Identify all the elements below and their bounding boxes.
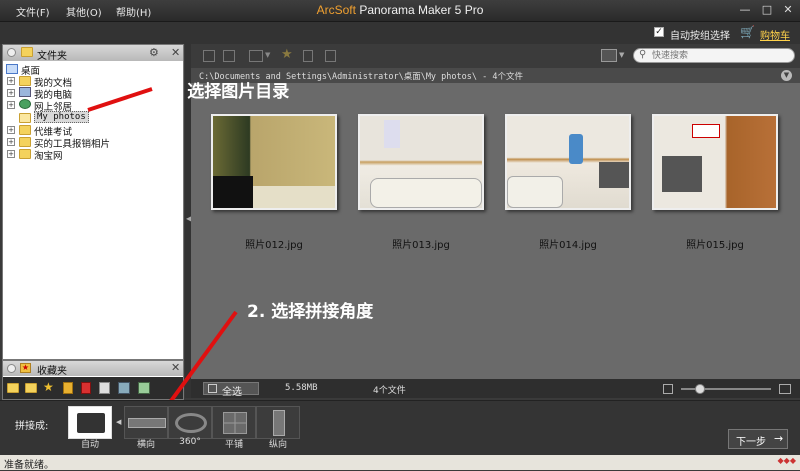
annotation-arrow-1 — [87, 87, 153, 112]
mode-auto-label: 自动 — [80, 440, 99, 450]
next-button[interactable]: 下一步 → — [728, 429, 788, 449]
annotation-step-1: 1. 选择图片目录 — [163, 82, 290, 102]
select-all-icon — [208, 384, 217, 393]
vertical-mode-icon — [273, 410, 285, 436]
browser-status-strip: 全选 5.58MB 4个文件 — [191, 379, 800, 398]
360-mode-icon — [175, 413, 207, 433]
watermark-logo: ◆◆◆ — [777, 456, 796, 465]
mode-tile-button[interactable] — [212, 406, 256, 439]
zoom-slider-thumb[interactable] — [695, 384, 705, 394]
tile-mode-icon — [223, 412, 247, 434]
arrow-right-icon: → — [774, 432, 784, 445]
grid-view-icon[interactable] — [663, 384, 673, 394]
ready-text: 准备就绪。 — [4, 460, 54, 471]
stitch-mode-bar: 拼接成: 下一步 → — [0, 400, 800, 455]
select-all-button[interactable]: 全选 — [203, 382, 259, 398]
mode-left-arrow-icon[interactable]: ◀ — [116, 418, 121, 426]
stitch-label: 拼接成: — [15, 421, 49, 432]
mode-360-button[interactable] — [168, 406, 212, 439]
next-label: 下一步 — [736, 437, 766, 448]
mode-horizontal-button[interactable] — [124, 406, 168, 439]
select-all-label: 全选 — [222, 387, 242, 398]
mode-vertical-label: 纵向 — [268, 440, 287, 450]
mode-360-label: 360° — [179, 437, 201, 447]
large-view-icon[interactable] — [779, 384, 791, 394]
file-count-text: 4个文件 — [373, 386, 406, 396]
auto-mode-icon — [77, 413, 105, 433]
mode-tile-label: 平铺 — [224, 440, 243, 450]
annotation-step-2: 2. 选择拼接角度 — [247, 302, 374, 322]
mode-auto-button[interactable] — [68, 406, 112, 439]
mode-horizontal-label: 横向 — [136, 440, 155, 450]
footer-status-bar: 准备就绪。 ◆◆◆ — [0, 455, 800, 471]
horizontal-mode-icon — [128, 418, 166, 428]
size-text: 5.58MB — [285, 383, 318, 393]
mode-vertical-button[interactable] — [256, 406, 300, 439]
